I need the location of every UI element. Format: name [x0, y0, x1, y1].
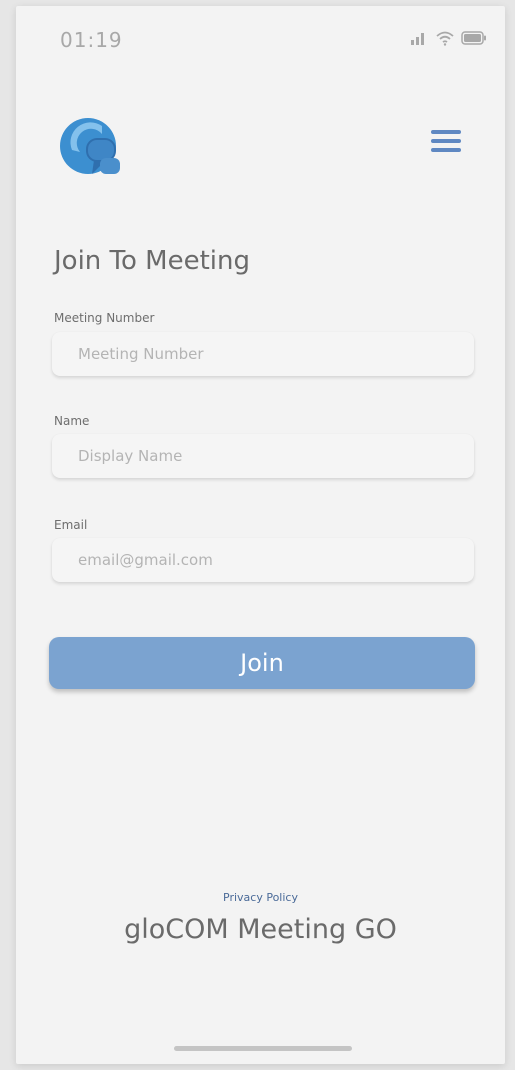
glocom-logo — [58, 112, 124, 184]
home-indicator[interactable] — [174, 1046, 352, 1051]
email-label: Email — [54, 518, 88, 532]
page-title: Join To Meeting — [54, 246, 251, 276]
name-label: Name — [54, 414, 90, 428]
battery-icon — [461, 31, 486, 45]
status-icons — [409, 30, 487, 46]
status-time: 01:19 — [60, 28, 123, 52]
hamburger-menu-button[interactable] — [431, 130, 461, 152]
join-button[interactable]: Join — [49, 637, 475, 689]
brand-name: gloCOM Meeting GO — [124, 914, 397, 945]
signal-icon — [411, 33, 424, 45]
status-bar: 01:19 — [16, 6, 505, 66]
privacy-policy-link[interactable]: Privacy Policy — [16, 891, 505, 904]
logo-icon — [60, 118, 120, 174]
app-screen: 01:19 Join To Meeting Meeting Number Mee… — [16, 6, 505, 1064]
email-field[interactable] — [52, 538, 474, 582]
meeting-number-input[interactable] — [52, 332, 474, 376]
meeting-number-label: Meeting Number — [54, 311, 155, 325]
hamburger-menu-icon — [431, 130, 461, 134]
name-field[interactable] — [52, 434, 474, 478]
display-name-input[interactable] — [52, 434, 474, 478]
wifi-icon — [436, 31, 454, 46]
meeting-number-field[interactable] — [52, 332, 474, 376]
email-input[interactable] — [52, 538, 474, 582]
